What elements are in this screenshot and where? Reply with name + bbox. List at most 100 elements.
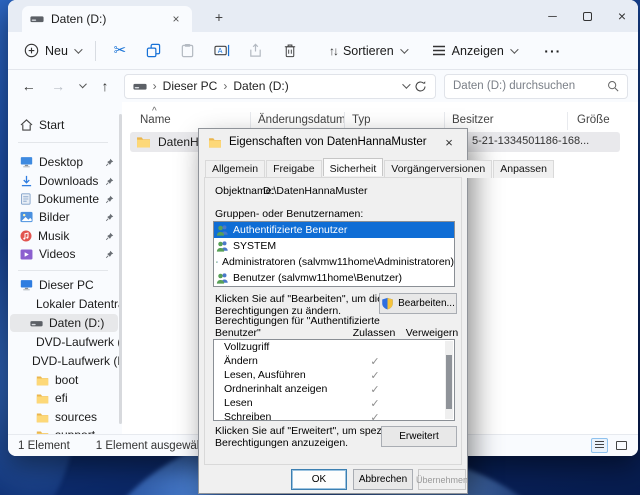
permission-row-aendern[interactable]: Ändern ✓ xyxy=(214,354,454,368)
paste-button[interactable] xyxy=(172,37,204,65)
permission-row-lesen[interactable]: Lesen ✓ xyxy=(214,396,454,410)
permissions-listbox[interactable]: Vollzugriff Ändern ✓ Lesen, Ausführen ✓ … xyxy=(213,339,455,421)
sidebar-item-daten-d[interactable]: Daten (D:) xyxy=(10,314,118,332)
refresh-icon[interactable] xyxy=(414,80,427,93)
tab-bar: Daten (D:) × + ─ × xyxy=(8,0,638,32)
dialog-title-bar[interactable]: Eigenschaften von DatenHannaMuster × xyxy=(199,129,467,155)
rename-button[interactable]: A xyxy=(206,37,238,65)
new-button[interactable]: Neu xyxy=(16,37,88,65)
permissions-scrollbar[interactable] xyxy=(445,341,453,419)
sidebar-item-dvd-laufwerk-e[interactable]: DVD-Laufwerk (E: xyxy=(10,352,118,370)
cancel-button[interactable]: Abbrechen xyxy=(353,469,413,490)
breadcrumb-separator: › xyxy=(223,79,227,93)
new-tab-button[interactable]: + xyxy=(208,6,230,28)
permission-row-ordnerinhalt[interactable]: Ordnerinhalt anzeigen ✓ xyxy=(214,382,454,396)
advanced-button-label: Erweitert xyxy=(399,431,438,442)
allow-column-label: Zulassen xyxy=(349,327,399,339)
groups-listbox[interactable]: Authentifizierte Benutzer SYSTEM Adminis… xyxy=(213,221,455,287)
maximize-button[interactable] xyxy=(583,12,592,21)
back-button[interactable]: ← xyxy=(18,78,39,94)
scrollbar-thumb[interactable] xyxy=(446,355,452,409)
column-header-aenderungsdatum[interactable]: Änderungsdatum xyxy=(258,114,346,126)
tab-daten-d[interactable]: Daten (D:) × xyxy=(22,6,192,32)
group-row-system[interactable]: SYSTEM xyxy=(214,238,454,254)
sort-button[interactable]: ↑↓ Sortieren xyxy=(321,37,414,65)
sidebar-item-downloads[interactable]: Downloads xyxy=(10,172,118,190)
tab-allgemein[interactable]: Allgemein xyxy=(205,160,265,178)
sidebar-item-lokaler-datentraeger[interactable]: Lokaler Datenträ xyxy=(10,295,118,313)
sidebar-item-musik[interactable]: Musik xyxy=(10,227,118,245)
column-header-besitzer[interactable]: Besitzer xyxy=(452,114,494,126)
group-label: SYSTEM xyxy=(233,240,276,252)
group-row-authentifizierte-benutzer[interactable]: Authentifizierte Benutzer xyxy=(214,222,454,238)
sidebar-item-start[interactable]: Start xyxy=(10,116,118,134)
sidebar-item-dokumente[interactable]: Dokumente xyxy=(10,190,118,208)
details-view-icon xyxy=(595,441,604,450)
picture-icon xyxy=(20,211,33,223)
column-header-typ[interactable]: Typ xyxy=(352,114,371,126)
advanced-button[interactable]: Erweitert xyxy=(381,426,457,447)
tab-sicherheit[interactable]: Sicherheit xyxy=(323,158,384,176)
sidebar-item-support[interactable]: support xyxy=(10,426,118,434)
sidebar-label: Desktop xyxy=(39,155,83,169)
search-input[interactable] xyxy=(453,80,607,92)
edit-button[interactable]: Bearbeiten... xyxy=(379,293,457,314)
permission-row-vollzugriff[interactable]: Vollzugriff xyxy=(214,340,454,354)
copy-button[interactable] xyxy=(138,37,170,65)
up-button[interactable]: ↑ xyxy=(94,78,115,94)
rename-icon: A xyxy=(214,43,230,58)
permission-allow-mark: ✓ xyxy=(350,355,400,368)
sidebar-item-efi[interactable]: efi xyxy=(10,389,118,407)
edit-button-label: Bearbeiten... xyxy=(398,298,455,309)
folder-icon xyxy=(36,393,49,404)
address-dropdown-icon[interactable] xyxy=(402,80,410,88)
delete-button[interactable] xyxy=(274,37,306,65)
permission-row-schreiben[interactable]: Schreiben ✓ xyxy=(214,410,454,421)
permission-label: Lesen, Ausführen xyxy=(224,369,306,381)
search-box[interactable] xyxy=(444,74,628,99)
apply-button[interactable]: Übernehmen xyxy=(418,469,466,490)
sidebar-item-boot[interactable]: boot xyxy=(10,371,118,389)
thumbnail-view-button[interactable] xyxy=(613,438,630,453)
column-header-name[interactable]: Name xyxy=(140,114,171,126)
view-button[interactable]: Anzeigen xyxy=(424,37,524,65)
group-row-benutzer[interactable]: Benutzer (salvmw11home\Benutzer) xyxy=(214,270,454,286)
sort-button-label: Sortieren xyxy=(343,44,394,58)
folder-icon xyxy=(136,136,151,148)
tab-freigabe[interactable]: Freigabe xyxy=(266,160,321,178)
home-icon xyxy=(20,119,33,131)
sidebar-item-sources[interactable]: sources xyxy=(10,408,118,426)
close-button[interactable]: × xyxy=(618,8,626,24)
share-button[interactable] xyxy=(240,37,272,65)
breadcrumb[interactable]: › Dieser PC › Daten (D:) xyxy=(124,74,436,99)
window-controls: ─ × xyxy=(548,0,626,32)
breadcrumb-this-pc[interactable]: Dieser PC xyxy=(163,79,218,93)
minimize-button[interactable]: ─ xyxy=(548,9,557,23)
this-pc-icon xyxy=(20,279,33,291)
breadcrumb-current[interactable]: Daten (D:) xyxy=(233,79,288,93)
sidebar-item-dvd-laufwerk-d[interactable]: DVD-Laufwerk ( xyxy=(10,333,118,351)
details-view-button[interactable] xyxy=(591,438,608,453)
tab-vorgaengerversionen[interactable]: Vorgängerversionen xyxy=(384,160,492,178)
sidebar-label: Downloads xyxy=(39,174,98,188)
sort-icon: ↑↓ xyxy=(329,45,337,57)
permissions-label-line2: Benutzer" xyxy=(215,327,261,339)
sidebar-item-desktop[interactable]: Desktop xyxy=(10,153,118,171)
more-options-button[interactable]: ··· xyxy=(537,37,569,65)
tab-anpassen[interactable]: Anpassen xyxy=(493,160,554,178)
column-header-groesse[interactable]: Größe xyxy=(577,114,610,126)
pin-icon xyxy=(105,250,114,259)
permission-row-lesen-ausfuehren[interactable]: Lesen, Ausführen ✓ xyxy=(214,368,454,382)
column-separator[interactable] xyxy=(567,112,568,130)
group-row-administratoren[interactable]: Administratoren (salvmw11home\Administra… xyxy=(214,254,454,270)
paste-icon xyxy=(180,43,195,58)
tab-close-icon[interactable]: × xyxy=(168,12,184,26)
ok-button[interactable]: OK xyxy=(291,469,347,490)
sidebar-item-videos[interactable]: Videos xyxy=(10,245,118,263)
cut-button[interactable]: ✂ xyxy=(104,37,136,65)
dialog-close-icon[interactable]: × xyxy=(440,135,458,150)
sidebar-item-dieser-pc[interactable]: Dieser PC xyxy=(10,276,118,294)
forward-button[interactable]: → xyxy=(47,78,68,94)
recent-locations-button[interactable] xyxy=(79,81,87,89)
sidebar-item-bilder[interactable]: Bilder xyxy=(10,208,118,226)
